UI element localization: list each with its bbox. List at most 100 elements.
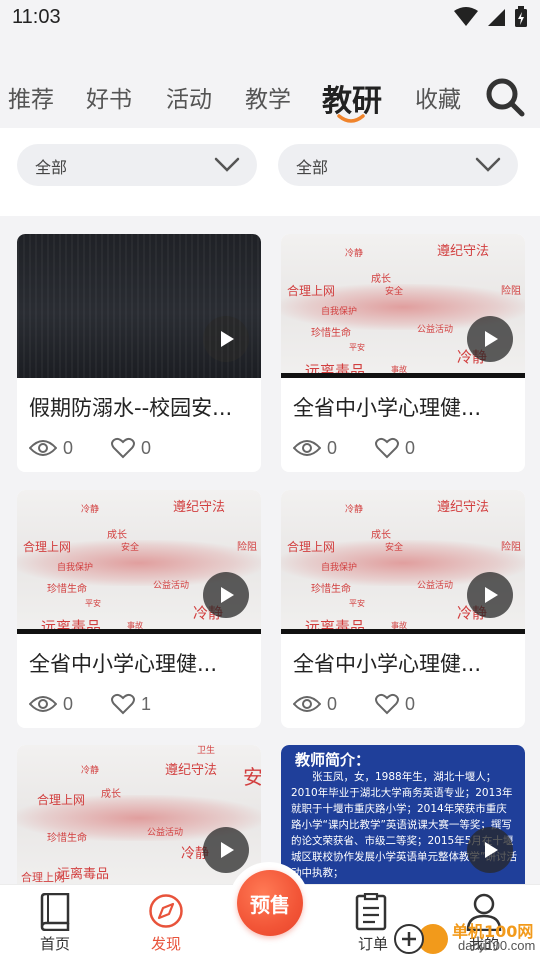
eye-icon [29, 696, 57, 712]
battery-icon [515, 6, 527, 27]
thumb-word: 卫生 [197, 746, 216, 756]
video-thumbnail[interactable]: 教师简介： 张玉凤，女，1988年生，湖北十堰人；2010年毕业于湖北大学商务英… [281, 745, 525, 889]
play-icon [485, 842, 498, 858]
play-button[interactable] [203, 316, 249, 362]
play-icon [221, 842, 234, 858]
like-count[interactable]: 0 [375, 436, 415, 460]
play-button[interactable] [467, 827, 513, 873]
thumb-word: 险阻 [501, 542, 521, 553]
play-button[interactable] [203, 572, 249, 618]
thumb-word: 平安 [85, 599, 101, 608]
chevron-down-icon [214, 157, 240, 172]
thumb-word: 合理上网 [21, 871, 65, 884]
thumb-word: 险阻 [237, 542, 257, 553]
thumb-word: 珍惜生命 [47, 833, 87, 844]
view-count-value: 0 [327, 693, 338, 714]
chevron-down-icon [475, 157, 501, 172]
active-tab-indicator [337, 114, 365, 123]
like-count[interactable]: 0 [111, 436, 151, 460]
thumb-word: 自我保护 [321, 563, 358, 573]
view-count: 0 [293, 436, 337, 460]
nav-home[interactable]: 首页 [15, 893, 95, 955]
tab-activities[interactable]: 活动 [166, 80, 212, 114]
card-title: 全省中小学心理健... [293, 652, 482, 676]
filter-2-value: 全部 [296, 158, 329, 177]
card-title: 假期防溺水--校园安... [29, 396, 233, 420]
thumb-word: 公益活动 [417, 325, 454, 335]
play-button[interactable] [467, 316, 513, 362]
play-icon [485, 331, 498, 347]
thumb-word: 合理上网 [287, 540, 336, 554]
like-count-value: 0 [141, 437, 152, 458]
thumb-word: 自我保护 [57, 563, 94, 573]
video-card[interactable]: 遵纪守法 冷静 成长 合理上网 安全 险阻 自我保护 公益活动 珍惜生命 平安 … [281, 234, 525, 472]
view-count: 0 [29, 692, 73, 716]
thumb-word: 安全 [385, 543, 404, 553]
like-count[interactable]: 1 [111, 692, 151, 716]
card-title: 全省中小学心理健... [29, 652, 218, 676]
play-icon [221, 587, 234, 603]
thumb-word: 成长 [101, 789, 121, 800]
thumb-word: 遵纪守法 [173, 500, 226, 515]
tab-favorites[interactable]: 收藏 [415, 80, 461, 114]
wifi-icon [454, 7, 478, 26]
like-count[interactable]: 0 [375, 692, 415, 716]
filter-dropdown-1[interactable]: 全部 [17, 144, 257, 186]
card-title: 全省中小学心理健... [293, 396, 482, 420]
video-thumbnail[interactable] [17, 234, 261, 378]
video-thumbnail[interactable]: 卫生 遵纪守法 安 冷静 成长 合理上网 珍惜生命 公益活动 冷静 远离毒品 合… [17, 745, 261, 889]
like-count-value: 1 [141, 693, 152, 714]
thumb-word: 安 [243, 765, 261, 789]
nav-home-label: 首页 [39, 935, 70, 953]
tab-recommend[interactable]: 推荐 [8, 80, 54, 114]
eye-icon [29, 440, 57, 456]
video-card[interactable]: 假期防溺水--校园安... 0 0 [17, 234, 261, 472]
status-icons [454, 6, 528, 28]
play-button[interactable] [467, 572, 513, 618]
thumb-word: 成长 [371, 274, 391, 285]
video-thumbnail[interactable]: 遵纪守法 冷静 成长 合理上网 安全 险阻 自我保护 公益活动 珍惜生命 平安 … [281, 490, 525, 634]
heart-icon [111, 437, 135, 459]
video-card[interactable]: 遵纪守法 冷静 成长 合理上网 安全 险阻 自我保护 公益活动 珍惜生命 平安 … [281, 490, 525, 728]
play-icon [221, 331, 234, 347]
view-count-value: 0 [63, 693, 74, 714]
tab-good-books[interactable]: 好书 [86, 80, 132, 114]
search-icon[interactable] [484, 76, 526, 118]
thumb-word: 平安 [349, 599, 365, 608]
heart-icon [375, 693, 399, 715]
thumbnail-bottom-bar [281, 629, 525, 634]
filter-bar: 全部 全部 [0, 128, 540, 216]
thumb-word: 合理上网 [37, 793, 86, 807]
thumb-word: 险阻 [501, 286, 521, 297]
thumb-word: 冷静 [345, 505, 364, 515]
view-count: 0 [29, 436, 73, 460]
thumb-word: 合理上网 [287, 284, 336, 298]
order-list-icon [355, 893, 387, 931]
thumb-word: 珍惜生命 [311, 328, 351, 339]
thumb-word: 自我保护 [321, 307, 358, 317]
thumb-word: 冷静 [345, 249, 364, 259]
presale-button[interactable]: 预售 [237, 870, 303, 936]
nav-discover[interactable]: 发现 [126, 893, 206, 955]
filter-dropdown-2[interactable]: 全部 [278, 144, 518, 186]
video-thumbnail[interactable]: 遵纪守法 冷静 成长 合理上网 安全 险阻 自我保护 公益活动 珍惜生命 平安 … [17, 490, 261, 634]
thumb-word: 平安 [349, 343, 365, 352]
tab-teaching[interactable]: 教学 [245, 80, 291, 114]
video-card[interactable]: 遵纪守法 冷静 成长 合理上网 安全 险阻 自我保护 公益活动 珍惜生命 平安 … [17, 490, 261, 728]
plus-icon [402, 932, 416, 946]
status-bar: 11:03 [0, 0, 540, 40]
thumb-word: 遵纪守法 [165, 763, 218, 778]
view-count-value: 0 [63, 437, 74, 458]
heart-icon [375, 437, 399, 459]
teacher-intro-heading: 教师简介： [295, 751, 371, 769]
like-count-value: 0 [405, 437, 416, 458]
nav-discover-label: 发现 [150, 935, 181, 953]
category-tab-bar: 推荐 好书 活动 教学 教研 收藏 [0, 60, 540, 128]
thumb-word: 冷静 [81, 766, 100, 776]
thumb-word: 成长 [371, 530, 391, 541]
thumb-word: 公益活动 [153, 581, 190, 591]
thumb-word: 公益活动 [417, 581, 454, 591]
thumbnail-bottom-bar [281, 373, 525, 378]
video-thumbnail[interactable]: 遵纪守法 冷静 成长 合理上网 安全 险阻 自我保护 公益活动 珍惜生命 平安 … [281, 234, 525, 378]
play-button[interactable] [203, 827, 249, 873]
